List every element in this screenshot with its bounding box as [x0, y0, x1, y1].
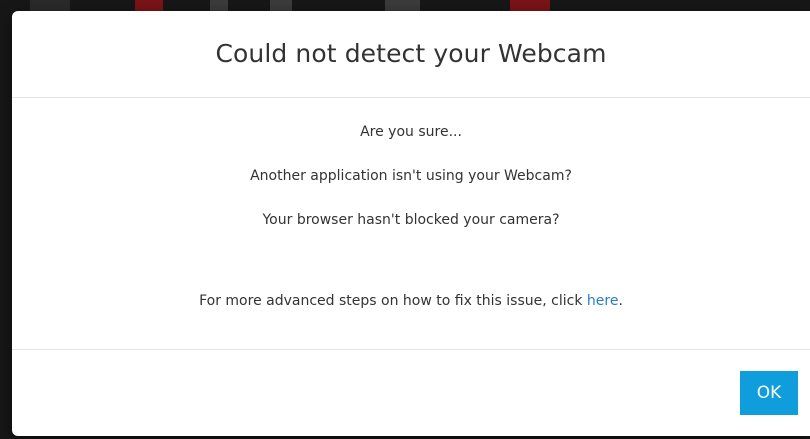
dialog-body: Are you sure... Another application isn'… [12, 98, 810, 349]
webcam-error-dialog: Could not detect your Webcam Are you sur… [12, 11, 810, 436]
browser-blocked-text: Your browser hasn't blocked your camera? [262, 212, 560, 228]
advanced-help-prefix: For more advanced steps on how to fix th… [199, 293, 587, 309]
advanced-help-suffix: . [618, 293, 623, 309]
are-you-sure-text: Are you sure... [360, 124, 462, 140]
other-application-text: Another application isn't using your Web… [250, 168, 572, 184]
dialog-header: Could not detect your Webcam [12, 11, 810, 98]
ok-button[interactable]: OK [740, 371, 798, 415]
dialog-footer: OK [12, 349, 810, 436]
help-here-link[interactable]: here [587, 293, 619, 309]
advanced-help-text: For more advanced steps on how to fix th… [12, 291, 810, 311]
dialog-title: Could not detect your Webcam [215, 38, 607, 68]
